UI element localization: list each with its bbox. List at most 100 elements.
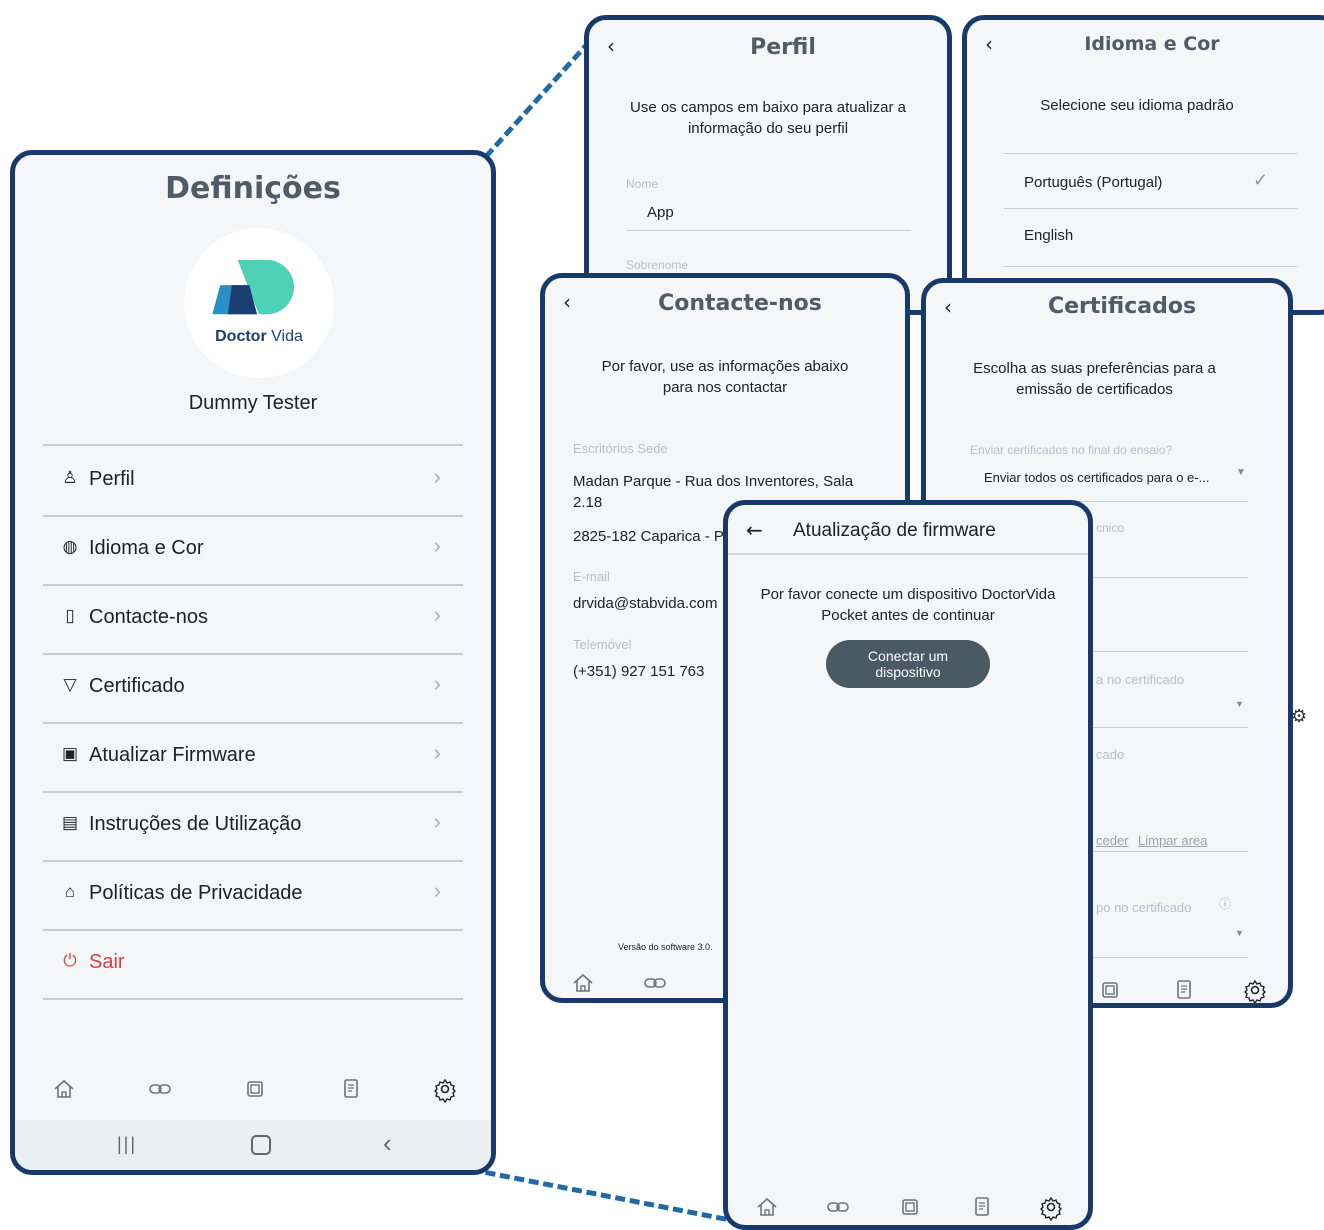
- page-title: Perfil: [750, 35, 816, 60]
- field-label-nome: Nome: [626, 177, 659, 191]
- user-icon: ♙: [62, 468, 78, 487]
- menu-label: Políticas de Privacidade: [89, 882, 303, 904]
- send-certificates-select[interactable]: Enviar todos os certificados para o e-..…: [984, 470, 1209, 485]
- page-title: Contacte-nos: [658, 291, 822, 316]
- chip-nav-icon[interactable]: [1096, 976, 1124, 1003]
- gear-icon-partial: ⚙: [1291, 706, 1308, 726]
- connect-device-label: Conectar um dispositivo: [867, 648, 949, 680]
- lock-icon: ⌂: [64, 882, 76, 901]
- language-option-pt[interactable]: Português (Portugal): [1024, 174, 1162, 191]
- link-nav-icon[interactable]: [641, 969, 669, 997]
- home-icon[interactable]: [251, 1135, 271, 1155]
- phone-label: Telemóvel: [573, 637, 632, 652]
- firmware-description: Por favor conecte um dispositivo DoctorV…: [760, 586, 1056, 624]
- link-nav-icon[interactable]: [824, 1193, 852, 1221]
- menu-item-certificado[interactable]: ▽ Certificado ›: [43, 653, 463, 724]
- divider: [1086, 651, 1248, 652]
- menu-item-firmware[interactable]: ▣ Atualizar Firmware ›: [43, 722, 463, 793]
- gear-nav-icon[interactable]: [431, 1075, 459, 1104]
- header-divider: [728, 553, 1088, 555]
- menu-item-perfil[interactable]: ♙ Perfil ›: [43, 446, 463, 517]
- chevron-right-icon: ›: [433, 464, 441, 489]
- email-label: E-mail: [573, 569, 610, 584]
- back-icon[interactable]: ‹: [383, 1128, 392, 1159]
- contacte-description: Por favor, use as informações abaixo par…: [601, 358, 849, 396]
- gear-nav-icon[interactable]: [1037, 1193, 1065, 1222]
- link-nav-icon[interactable]: [146, 1075, 174, 1103]
- document-nav-icon[interactable]: [968, 1193, 996, 1221]
- gear-nav-icon[interactable]: [1241, 976, 1269, 1003]
- idioma-screen: ‹ Idioma e Cor Selecione seu idioma padr…: [962, 15, 1324, 315]
- menu-item-idioma[interactable]: ◍ Idioma e Cor ›: [43, 515, 463, 586]
- perfil-screen: ‹ Perfil Use os campos em baixo para atu…: [584, 15, 952, 315]
- menu-label: Sair: [89, 951, 125, 973]
- perfil-description: Use os campos em baixo para atualizar a …: [630, 99, 906, 137]
- chevron-down-icon: ▼: [1235, 699, 1244, 709]
- menu-label: Perfil: [89, 468, 135, 490]
- nome-input[interactable]: App: [647, 204, 674, 221]
- recents-icon[interactable]: |||: [117, 1134, 137, 1155]
- language-option-en[interactable]: English: [1024, 227, 1073, 244]
- page-title: Definições: [165, 171, 341, 206]
- logo-text: Doctor Vida: [184, 328, 334, 346]
- phone-value[interactable]: (+351) 927 151 763: [573, 663, 704, 680]
- page-title: Idioma e Cor: [1084, 33, 1220, 55]
- home-nav-icon[interactable]: [753, 1193, 781, 1221]
- idioma-description: Selecione seu idioma padrão: [1040, 97, 1234, 114]
- menu-item-instrucoes[interactable]: ▤ Instruções de Utilização ›: [43, 791, 463, 862]
- chevron-right-icon: ›: [433, 809, 441, 834]
- connector-line-bottom: [485, 1170, 727, 1222]
- document-nav-icon[interactable]: [1170, 976, 1198, 1003]
- back-button[interactable]: ‹: [944, 295, 952, 319]
- select-label: Enviar certificados no final do ensaio?: [970, 443, 1173, 457]
- firmware-screen: ← Atualização de firmware Por favor cone…: [723, 500, 1093, 1230]
- field-label-sobrenome: Sobrenome: [626, 258, 689, 272]
- chevron-down-icon: ▼: [1235, 928, 1244, 938]
- chip-nav-icon[interactable]: [241, 1075, 269, 1103]
- divider: [1004, 153, 1297, 154]
- email-value[interactable]: drvida@stabvida.com: [573, 595, 717, 612]
- chip-icon: ▣: [61, 744, 79, 763]
- partial-label: cado: [1096, 747, 1125, 762]
- office-label: Escritórios Sede: [573, 441, 668, 456]
- menu-item-sair[interactable]: ⏻ Sair: [43, 929, 463, 1000]
- divider: [1086, 577, 1248, 578]
- menu-label: Idioma e Cor: [89, 537, 204, 559]
- home-nav-icon[interactable]: [50, 1075, 78, 1103]
- globe-icon: ◍: [62, 537, 78, 556]
- divider: [1086, 957, 1248, 958]
- menu-item-contacte[interactable]: ▯ Contacte-nos ›: [43, 584, 463, 655]
- clear-area-link[interactable]: Limpar area: [1138, 833, 1207, 848]
- partial-label: a no certificado: [1096, 672, 1185, 687]
- certificate-icon: ▽: [63, 675, 77, 694]
- bottom-nav: [728, 1185, 1088, 1225]
- partial-label: cnico: [1096, 521, 1125, 535]
- menu-label: Instruções de Utilização: [89, 813, 302, 835]
- document-nav-icon[interactable]: [337, 1075, 365, 1103]
- divider: [1004, 208, 1297, 209]
- chevron-right-icon: ›: [433, 878, 441, 903]
- proceed-link[interactable]: ceder: [1096, 833, 1129, 848]
- software-version: Versão do software 3.0.: [618, 942, 713, 952]
- menu-label: Atualizar Firmware: [89, 744, 256, 766]
- android-nav-bar: ||| ‹: [15, 1120, 491, 1170]
- chevron-down-icon: ▼: [1236, 467, 1246, 478]
- divider: [1086, 727, 1248, 728]
- back-arrow-icon[interactable]: ←: [746, 518, 763, 542]
- back-button[interactable]: ‹: [607, 34, 615, 58]
- back-button[interactable]: ‹: [563, 290, 571, 314]
- power-icon: ⏻: [63, 951, 77, 970]
- info-icon: ⓘ: [1219, 897, 1232, 911]
- document-icon: ▤: [61, 813, 79, 832]
- home-nav-icon[interactable]: [569, 969, 597, 997]
- doctor-vida-logo-icon: [212, 259, 294, 315]
- chevron-right-icon: ›: [433, 533, 441, 558]
- chip-nav-icon[interactable]: [896, 1193, 924, 1221]
- chevron-right-icon: ›: [433, 602, 441, 627]
- chevron-right-icon: ›: [433, 671, 441, 696]
- logo-text-light: Vida: [271, 328, 303, 345]
- menu-item-privacidade[interactable]: ⌂ Políticas de Privacidade ›: [43, 860, 463, 931]
- logo-text-bold: Doctor: [215, 328, 267, 345]
- partial-label: po no certificado: [1096, 900, 1192, 915]
- book-icon: ▯: [65, 606, 75, 625]
